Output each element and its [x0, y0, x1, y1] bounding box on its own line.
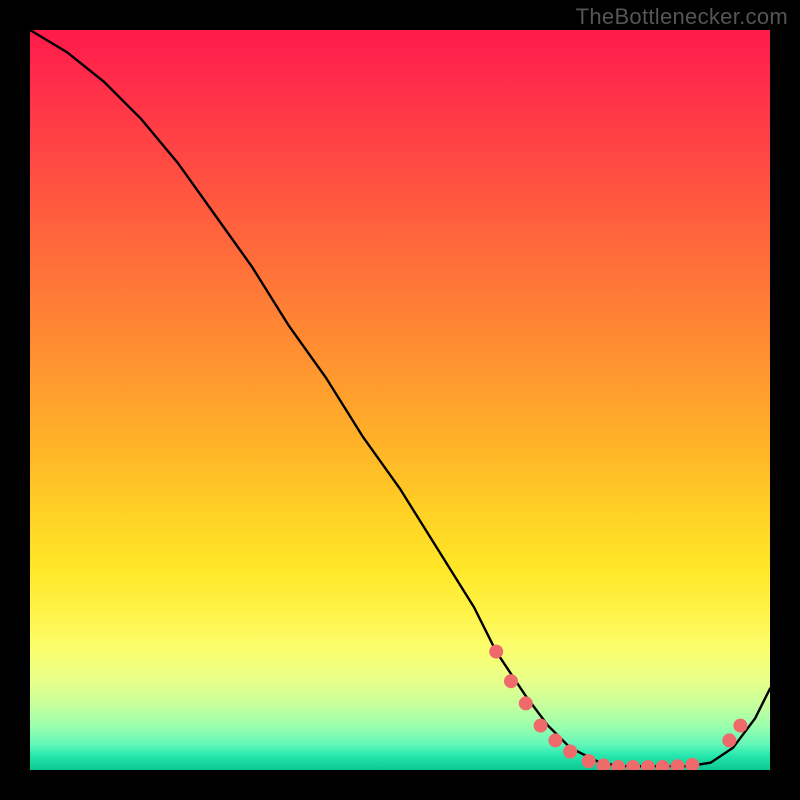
curve-line [30, 30, 770, 766]
data-point-marker [685, 758, 699, 770]
data-point-marker [534, 719, 548, 733]
data-point-marker [733, 719, 747, 733]
chart-frame: TheBottlenecker.com [0, 0, 800, 800]
data-point-marker [597, 759, 611, 770]
data-point-marker [504, 674, 518, 688]
data-point-marker [722, 733, 736, 747]
data-point-marker [548, 733, 562, 747]
data-point-marker [582, 754, 596, 768]
data-point-marker [641, 760, 655, 770]
data-point-marker [656, 760, 670, 770]
plot-area [30, 30, 770, 770]
data-point-marker [563, 745, 577, 759]
data-point-marker [671, 759, 685, 770]
data-point-marker [519, 696, 533, 710]
curve-markers [489, 645, 747, 770]
data-point-marker [626, 760, 640, 770]
data-point-marker [489, 645, 503, 659]
watermark-text: TheBottlenecker.com [576, 4, 788, 30]
data-point-marker [611, 760, 625, 770]
chart-svg [30, 30, 770, 770]
